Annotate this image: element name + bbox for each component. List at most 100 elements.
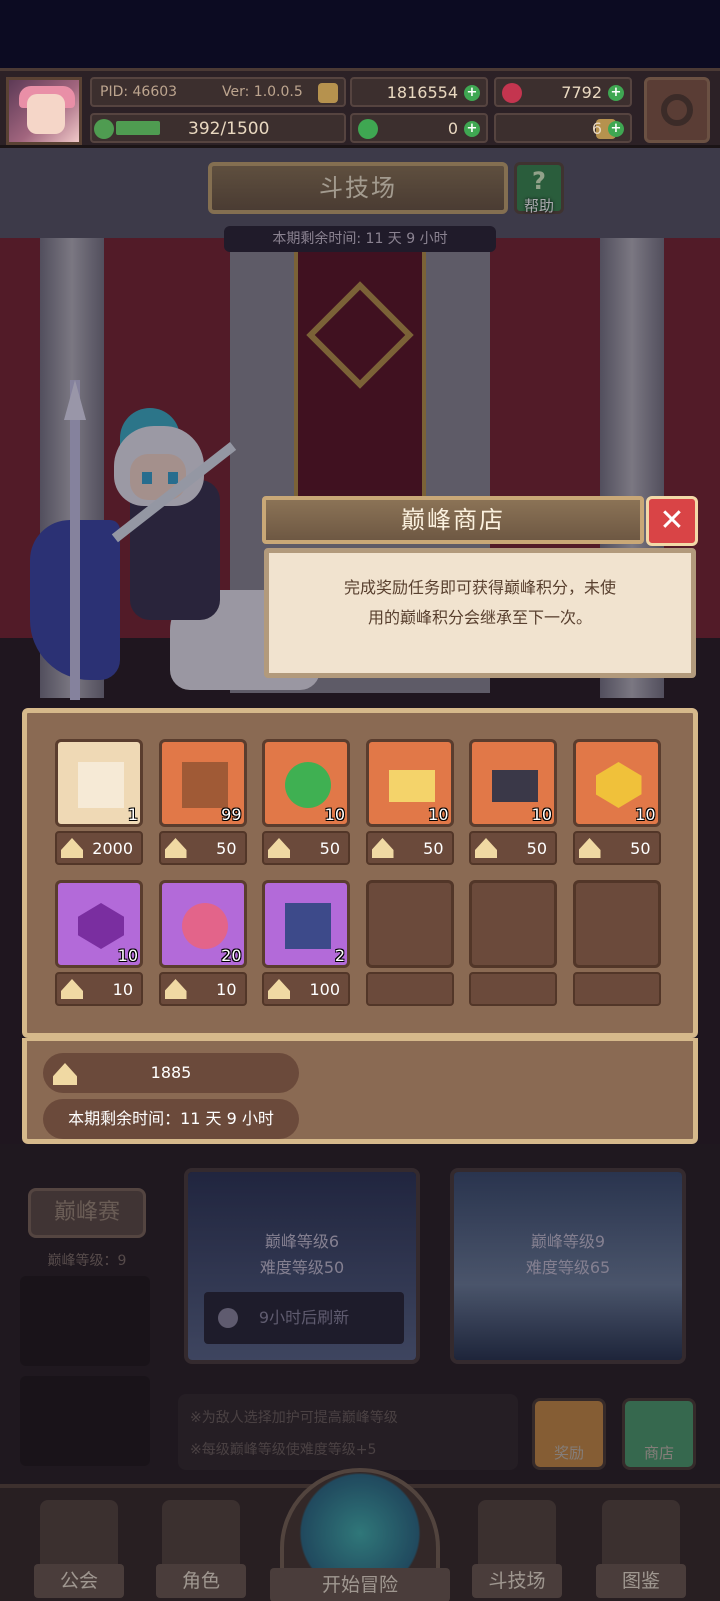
nav-character-label: 角色 — [156, 1564, 246, 1598]
card-peak-level: 巅峰等级6 — [264, 1232, 340, 1251]
peak-point-icon — [61, 838, 83, 858]
crossed-swords-icon — [478, 1500, 556, 1564]
nav-codex[interactable]: 图鉴 — [596, 1500, 686, 1598]
hero-eye-left — [142, 472, 152, 484]
red-gem-icon — [502, 83, 522, 103]
item-price[interactable]: 2000 — [55, 831, 143, 865]
add-clover-icon[interactable]: + — [464, 121, 480, 137]
help-button[interactable]: ? 帮助 — [514, 162, 564, 215]
shop-item-tile[interactable]: 10 — [572, 739, 661, 827]
shop-item-tile[interactable]: 10 — [55, 880, 143, 968]
item-quantity: 10 — [531, 805, 552, 824]
empty-price-slot — [365, 972, 454, 1006]
nav-codex-label: 图鉴 — [596, 1564, 686, 1598]
stamina-value: 392/1500 — [188, 119, 270, 139]
add-gems-icon[interactable]: + — [608, 85, 624, 101]
purple-gem-icon — [78, 903, 124, 949]
arena-title-ribbon: 斗技场 — [208, 162, 508, 214]
gem-counter: 7792 + — [494, 77, 632, 107]
gear-icon — [661, 94, 693, 126]
bottom-nav: 公会 角色 开始冒险 斗技场 图鉴 — [0, 1468, 720, 1601]
item-price[interactable]: 50 — [469, 831, 557, 865]
gold-value: 1816554 — [386, 83, 458, 102]
stamina-icon — [94, 119, 114, 139]
stamina-fill — [116, 121, 160, 135]
peak-point-icon — [164, 838, 187, 858]
empty-slot-tile — [469, 880, 557, 968]
shop-item-tile[interactable]: 10 — [469, 739, 557, 827]
refresh-timer: 9小时后刷新 — [204, 1292, 404, 1344]
peak-point-icon — [578, 838, 601, 858]
clover-counter: 0 + — [350, 113, 488, 143]
item-price[interactable]: 10 — [158, 972, 247, 1006]
reward-button[interactable]: 奖励 — [532, 1398, 606, 1470]
item-price[interactable]: 50 — [572, 831, 661, 865]
shop-item-tile[interactable]: 2 — [262, 880, 350, 968]
clock-icon — [218, 1308, 238, 1328]
peak-card-2[interactable]: 巅峰等级9 难度等级65 — [450, 1168, 686, 1364]
side-slot — [20, 1276, 150, 1366]
shop-footer: 1885 本期剩余时间：11 天 9 小时 — [22, 1038, 698, 1144]
peak-point-icon — [371, 838, 394, 858]
character-icon — [162, 1500, 240, 1564]
book-icon — [285, 903, 331, 949]
item-price[interactable]: 50 — [365, 831, 454, 865]
magnifier-icon — [280, 1468, 440, 1578]
system-status-bar — [0, 0, 720, 68]
nav-character[interactable]: 角色 — [156, 1500, 246, 1598]
close-icon: ✕ — [659, 503, 685, 538]
price-value: 50 — [526, 839, 547, 858]
tip-line: ※为敌人选择加护可提高巅峰等级 — [190, 1410, 398, 1426]
peak-shop-title: 巅峰商店 — [401, 506, 505, 534]
item-price[interactable]: 100 — [262, 972, 350, 1006]
key-counter: 6 + — [494, 113, 632, 143]
shop-item-tile[interactable]: 10 — [262, 739, 350, 827]
peak-points-value: 1885 — [150, 1063, 192, 1082]
spear-tip — [64, 380, 86, 420]
item-quantity: 10 — [324, 805, 345, 824]
peak-card-1[interactable]: 巅峰等级6 难度等级50 9小时后刷新 — [184, 1168, 420, 1364]
description-line: 完成奖励任务即可获得巅峰积分，未使 — [343, 578, 616, 597]
add-keys-icon[interactable]: + — [608, 121, 624, 137]
shop-item-tile[interactable]: 99 — [158, 739, 247, 827]
arena-remaining-time: 本期剩余时间: 11 天 9 小时 — [224, 226, 496, 252]
tip-line: ※每级巅峰等级使难度等级+5 — [190, 1442, 377, 1458]
item-quantity: 1 — [127, 805, 138, 824]
player-avatar[interactable] — [6, 77, 82, 145]
item-price[interactable]: 50 — [262, 831, 350, 865]
item-price[interactable]: 50 — [158, 831, 247, 865]
empty-slot-tile — [572, 880, 661, 968]
avatar-face — [27, 94, 65, 134]
help-label: 帮助 — [523, 197, 554, 215]
add-gold-icon[interactable]: + — [464, 85, 480, 101]
scroll-icon — [78, 762, 124, 808]
peak-match-button[interactable]: 巅峰赛 — [28, 1188, 146, 1238]
shop-item-tile[interactable]: 10 — [365, 739, 454, 827]
gold-gem-icon — [595, 762, 642, 808]
nav-arena[interactable]: 斗技场 — [472, 1500, 562, 1598]
player-info-box: PID: 46603 Ver: 1.0.0.5 — [90, 77, 346, 107]
item-quantity: 10 — [635, 805, 656, 824]
empty-price-slot — [572, 972, 661, 1006]
top-bar: PID: 46603 Ver: 1.0.0.5 1816554 + 7792 +… — [0, 68, 720, 148]
clover-icon — [358, 119, 378, 139]
shop-button[interactable]: 商店 — [622, 1398, 696, 1470]
price-value: 50 — [216, 839, 237, 858]
gold-counter: 1816554 + — [350, 77, 488, 107]
key-value: 6 — [591, 119, 602, 138]
nav-adventure[interactable]: 开始冒险 — [270, 1468, 450, 1601]
shop-panel: 1 2000 99 50 10 50 10 50 10 50 10 50 10 10 20 10 2 100 — [22, 708, 698, 1038]
item-price[interactable]: 10 — [55, 972, 143, 1006]
close-button[interactable]: ✕ — [646, 496, 698, 546]
price-value: 50 — [319, 839, 340, 858]
shop-item-tile[interactable]: 20 — [158, 880, 247, 968]
stamina-bar: 392/1500 — [90, 113, 346, 143]
letter-gold-icon — [388, 770, 435, 802]
peak-point-icon — [475, 838, 497, 858]
peak-points-box: 1885 — [43, 1053, 299, 1093]
item-quantity: 10 — [117, 946, 138, 965]
settings-button[interactable] — [644, 77, 710, 143]
nav-arena-label: 斗技场 — [472, 1564, 562, 1598]
shop-item-tile[interactable]: 1 — [55, 739, 143, 827]
nav-guild[interactable]: 公会 — [34, 1500, 124, 1598]
